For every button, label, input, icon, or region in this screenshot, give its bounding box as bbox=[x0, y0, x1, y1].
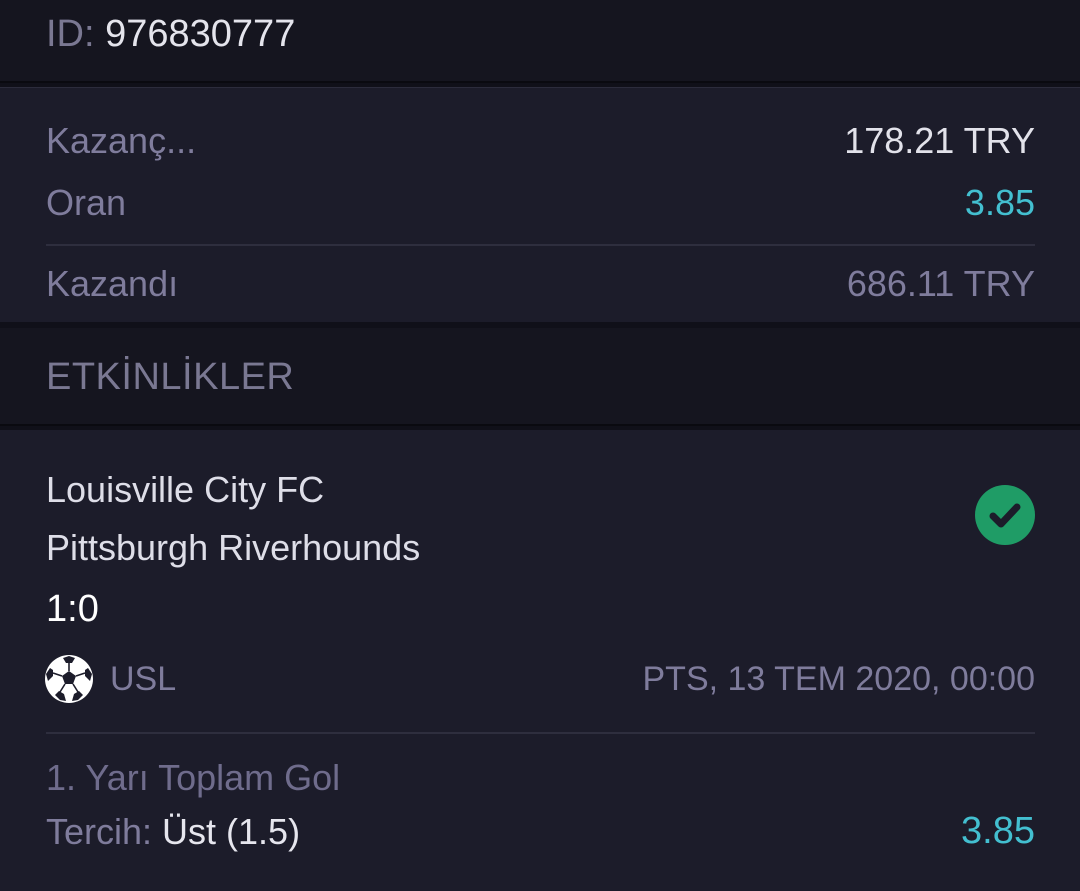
winnings-value: 686.11 TRY bbox=[846, 263, 1035, 304]
stake-label: Kazanç... bbox=[46, 120, 197, 161]
odds-label: Oran bbox=[46, 182, 127, 223]
soccer-ball-icon bbox=[44, 654, 94, 704]
events-section-header: ETKİNLİKLER bbox=[0, 328, 1080, 426]
bet-id-label: ID: bbox=[46, 13, 95, 55]
winnings-label: Kazandı bbox=[46, 263, 179, 304]
selection-value: Üst (1.5) bbox=[162, 811, 301, 852]
away-team: Pittsburgh Riverhounds bbox=[46, 527, 421, 568]
winnings-row: Kazandı 686.11 TRY bbox=[46, 259, 1035, 309]
summary-divider bbox=[46, 244, 1035, 246]
home-team: Louisville City FC bbox=[46, 469, 325, 510]
bet-id-value: 976830777 bbox=[105, 13, 296, 55]
match-score: 1:0 bbox=[46, 588, 99, 630]
bet-id: ID: 976830777 bbox=[46, 12, 295, 56]
bet-id-header: ID: 976830777 bbox=[0, 0, 1080, 83]
market-name: 1. Yarı Toplam Gol bbox=[46, 757, 341, 798]
event-card[interactable]: Louisville City FC Pittsburgh Riverhound… bbox=[0, 430, 1080, 891]
bet-details-screen: ID: 976830777 Kazanç... 178.21 TRY Oran … bbox=[0, 0, 1080, 891]
match-datetime: PTS, 13 TEM 2020, 00:00 bbox=[642, 660, 1036, 698]
stake-value: 178.21 TRY bbox=[844, 120, 1035, 161]
selection: Tercih: Üst (1.5) bbox=[46, 808, 300, 856]
odds-row: Oran 3.85 bbox=[46, 178, 1035, 228]
event-divider bbox=[46, 732, 1035, 734]
selection-label: Tercih: bbox=[46, 811, 153, 852]
bet-summary-card: Kazanç... 178.21 TRY Oran 3.85 Kazandı 6… bbox=[0, 87, 1080, 322]
events-section-title: ETKİNLİKLER bbox=[46, 356, 295, 398]
stake-row: Kazanç... 178.21 TRY bbox=[46, 116, 1035, 166]
selection-odds: 3.85 bbox=[961, 810, 1035, 852]
check-circle-icon bbox=[975, 485, 1035, 545]
odds-value: 3.85 bbox=[964, 182, 1035, 223]
league-name: USL bbox=[110, 660, 177, 698]
